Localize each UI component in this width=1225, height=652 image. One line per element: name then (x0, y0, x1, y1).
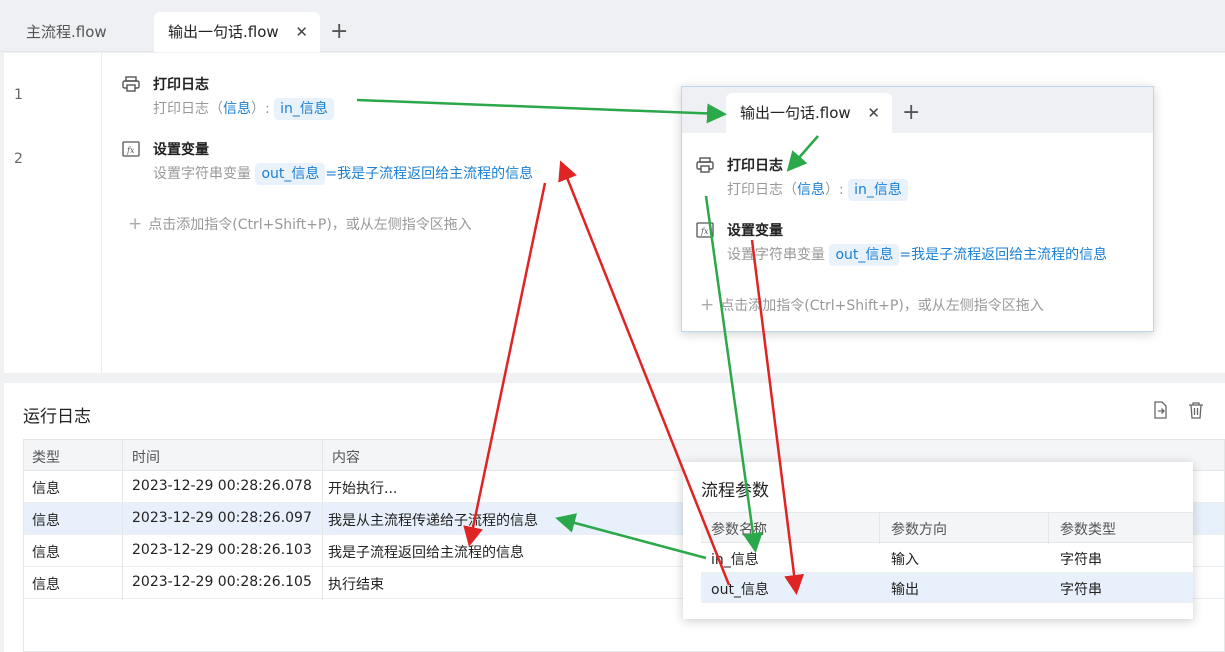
command-title: 打印日志 (153, 77, 209, 93)
flow-params-window: 流程参数 参数名称 参数方向 参数类型 in_信息 输入 字符串 out_信息 … (683, 462, 1193, 619)
tab-bar: 主流程.flow 输出一句话.flow ✕ + (0, 0, 1225, 52)
tab-bar: 输出一句话.flow ✕ + (682, 87, 1153, 133)
table-row[interactable]: out_信息 输出 字符串 (701, 573, 1193, 603)
variable-pill[interactable]: out_信息 (829, 244, 900, 266)
printer-icon (122, 76, 140, 92)
trash-icon[interactable] (1185, 401, 1207, 423)
column-header: 时间 (132, 450, 160, 466)
function-icon: fx (122, 141, 140, 157)
variable-pill[interactable]: in_信息 (848, 179, 908, 201)
line-gutter: 1 2 (4, 53, 102, 373)
tab-label: 输出一句话.flow (168, 23, 279, 41)
subflow-window: 输出一句话.flow ✕ + 打印日志 打印日志（信息）: in_信息 fx 设… (681, 86, 1154, 332)
column-header: 参数类型 (1060, 522, 1116, 538)
svg-text:fx: fx (700, 227, 709, 236)
table-row[interactable]: in_信息 输入 字符串 (701, 543, 1193, 573)
close-icon[interactable]: ✕ (295, 12, 308, 52)
add-command-hint[interactable]: + 点击添加指令(Ctrl+Shift+P)，或从左侧指令区拖入 (128, 214, 472, 234)
assign-value[interactable]: =我是子流程返回给主流程的信息 (325, 166, 533, 182)
line-number: 1 (14, 87, 23, 103)
variable-pill[interactable]: out_信息 (255, 163, 326, 185)
column-header: 类型 (32, 450, 60, 466)
add-tab-icon[interactable]: + (330, 18, 348, 46)
assign-value[interactable]: =我是子流程返回给主流程的信息 (899, 247, 1107, 263)
column-header: 内容 (332, 450, 360, 466)
command-desc: 设置字符串变量 out_信息 =我是子流程返回给主流程的信息 (153, 163, 533, 185)
command-desc: 打印日志（信息）: in_信息 (153, 98, 334, 120)
function-icon: fx (696, 222, 714, 238)
panel-title: 运行日志 (23, 407, 91, 427)
plus-icon: + (128, 214, 143, 234)
add-tab-icon[interactable]: + (902, 99, 920, 127)
column-divider (322, 440, 323, 600)
table-header: 参数名称 参数方向 参数类型 (701, 512, 1193, 544)
command-desc: 设置字符串变量 out_信息 =我是子流程返回给主流程的信息 (727, 244, 1107, 266)
column-header: 参数名称 (711, 522, 767, 538)
panel-title: 流程参数 (701, 481, 769, 501)
param-link[interactable]: 信息 (223, 101, 251, 117)
command-desc: 打印日志（信息）: in_信息 (727, 179, 908, 201)
command-title: 打印日志 (727, 158, 783, 174)
tab-output-flow[interactable]: 输出一句话.flow ✕ (154, 12, 320, 52)
svg-text:fx: fx (126, 146, 135, 155)
close-icon[interactable]: ✕ (867, 93, 880, 133)
tab-label: 输出一句话.flow (740, 104, 851, 122)
command-title: 设置变量 (153, 142, 209, 158)
tab-main-flow[interactable]: 主流程.flow (12, 12, 152, 52)
tab-output-flow[interactable]: 输出一句话.flow ✕ (726, 93, 892, 133)
column-header: 参数方向 (891, 522, 947, 538)
export-icon[interactable] (1149, 401, 1171, 423)
column-divider (1048, 513, 1049, 544)
plus-icon: + (700, 295, 715, 315)
column-divider (122, 440, 123, 600)
command-title: 设置变量 (727, 223, 783, 239)
line-number: 2 (14, 151, 23, 167)
printer-icon (696, 157, 714, 173)
column-divider (879, 513, 880, 544)
param-link[interactable]: 信息 (797, 182, 825, 198)
add-command-hint[interactable]: + 点击添加指令(Ctrl+Shift+P)，或从左侧指令区拖入 (700, 295, 1044, 315)
tab-label: 主流程.flow (26, 23, 107, 41)
variable-pill[interactable]: in_信息 (274, 98, 334, 120)
